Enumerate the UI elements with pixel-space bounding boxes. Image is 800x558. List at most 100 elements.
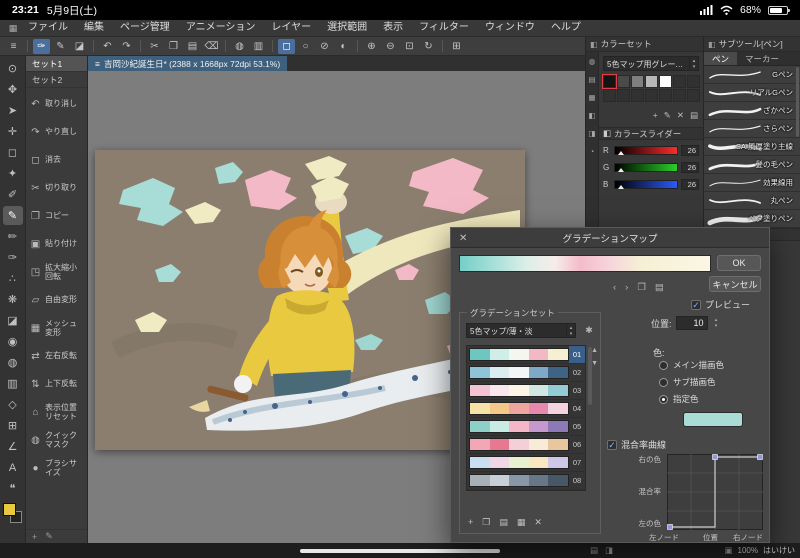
gradient-set-select[interactable]: 5色マップ/薄・淡 ▴ ▾ — [466, 323, 576, 338]
menu-item-3[interactable]: アニメーション — [178, 20, 264, 36]
checkbox-box[interactable]: ✓ — [607, 439, 617, 450]
move-tool[interactable]: ✥ — [3, 80, 23, 99]
canvas-tab-menu-icon[interactable]: ≡ — [95, 59, 100, 69]
checkbox-box[interactable]: ✓ — [691, 299, 701, 310]
color-set-preset-select[interactable]: 5色マップ用グレースケール ▴▾ — [603, 56, 699, 71]
subtool-tab-1[interactable]: マーカー — [737, 52, 787, 65]
delete-color-icon[interactable]: ✕ — [677, 110, 684, 121]
toolbar-paste-button[interactable]: ▤ — [184, 39, 201, 54]
color-set-icon[interactable]: ▦ — [588, 93, 595, 102]
color-swatch[interactable] — [602, 74, 617, 89]
quick-free-transform-button[interactable]: ▱ 自由変形 — [26, 286, 87, 314]
gradient-row[interactable]: 03 — [467, 382, 585, 400]
menu-item-8[interactable]: ウィンドウ — [477, 20, 543, 36]
empty-swatch[interactable] — [687, 75, 700, 88]
operation-tool[interactable]: ➤ — [3, 101, 23, 120]
text-tool[interactable]: A — [3, 458, 23, 477]
frame-border-tool[interactable]: ⊞ — [3, 416, 23, 435]
empty-swatch[interactable] — [603, 89, 616, 102]
decoration-tool[interactable]: ❋ — [3, 290, 23, 309]
toolbar-fill-button[interactable]: ◍ — [231, 39, 248, 54]
color-mode-option-2[interactable]: 指定色 — [659, 393, 724, 405]
menu-item-6[interactable]: 表示 — [375, 20, 411, 36]
toolbar-copy-button[interactable]: ❐ — [165, 39, 182, 54]
channel-value[interactable]: 26 — [681, 162, 699, 173]
brush-item[interactable]: リアルGペン — [704, 84, 800, 102]
quick-reset-view-button[interactable]: ⌂ 表示位置リセット — [26, 398, 87, 426]
pencil-tool[interactable]: ✏ — [3, 227, 23, 246]
menu-item-0[interactable]: ファイル — [20, 20, 76, 36]
color-swatch[interactable] — [659, 75, 672, 88]
quick-access-tab-0[interactable]: セット1 — [26, 56, 87, 72]
save-set-icon[interactable]: ▤ — [499, 517, 508, 528]
g-slider[interactable] — [614, 163, 678, 172]
gradient-row[interactable]: 08 — [467, 472, 585, 490]
ok-button[interactable]: OK — [717, 255, 761, 271]
menu-item-9[interactable]: ヘルプ — [543, 20, 589, 36]
toolbar-eraser-tool-button[interactable]: ◪ — [71, 39, 88, 54]
toolbar-rotate-view-button[interactable]: ↻ — [420, 39, 437, 54]
layer-move-tool[interactable]: ✛ — [3, 122, 23, 141]
brush-item[interactable]: ざかペン — [704, 102, 800, 120]
empty-swatch[interactable] — [659, 89, 672, 102]
scrollbar[interactable] — [796, 67, 799, 137]
menu-item-1[interactable]: 編集 — [76, 20, 112, 36]
stepper-buttons[interactable]: ▴ ▾ — [566, 324, 575, 337]
mix-curve-graph[interactable] — [667, 454, 763, 530]
home-indicator[interactable] — [300, 549, 500, 553]
brush-item[interactable]: 髪の毛ペン — [704, 156, 800, 174]
empty-swatch[interactable] — [631, 89, 644, 102]
drawing-color-chips[interactable] — [2, 503, 24, 529]
color-slider-panel-header[interactable]: ◧ カラースライダー — [599, 127, 703, 140]
quick-quick-mask-button[interactable]: ◍ クイックマスク — [26, 426, 87, 454]
eyedropper-tool[interactable]: ✐ — [3, 185, 23, 204]
subtool-tab-0[interactable]: ペン — [704, 52, 738, 65]
empty-swatch[interactable] — [673, 89, 686, 102]
gradient-row[interactable]: 04 — [467, 400, 585, 418]
quick-undo-button[interactable]: ↶ 取り消し — [26, 90, 87, 118]
color-mode-option-1[interactable]: サブ描画色 — [659, 376, 724, 388]
brush-item[interactable]: ベタ塗りペン — [704, 210, 800, 228]
color-swatch[interactable] — [645, 75, 658, 88]
prev-gradient-icon[interactable]: ‹ — [613, 282, 616, 293]
toolbar-select-invert-button[interactable]: ◐ — [335, 39, 352, 54]
brush-item[interactable]: SAI風厚塗り主線 — [704, 138, 800, 156]
brush-item[interactable]: さらペン — [704, 120, 800, 138]
quick-mesh-transform-button[interactable]: ▦ メッシュ変形 — [26, 314, 87, 342]
blend-tool[interactable]: ◉ — [3, 332, 23, 351]
dialog-close-button[interactable]: ✕ — [459, 228, 467, 248]
gradient-menu-icon[interactable]: ▤ — [655, 282, 664, 293]
duplicate-gradient-icon[interactable]: ❐ — [482, 517, 490, 528]
pen-tool[interactable]: ✎ — [2, 206, 23, 225]
set-menu-icon[interactable]: ▤ — [690, 110, 698, 121]
toolbar-cut-button[interactable]: ✂ — [146, 39, 163, 54]
color-wheel-icon[interactable]: ◍ — [589, 57, 596, 66]
main-color-chip[interactable] — [2, 503, 16, 516]
approximate-color-icon[interactable]: ◨ — [588, 129, 595, 138]
toolbar-fit-screen-button[interactable]: ⊡ — [401, 39, 418, 54]
canvas-tab[interactable]: ≡ 吉岡沙紀誕生日* (2388 x 1668px 72dpi 53.1%) — [88, 56, 288, 71]
color-slider-icon[interactable]: ▤ — [588, 75, 595, 84]
mix-curve-checkbox[interactable]: ✓ 混合率曲線 — [607, 438, 666, 451]
curve-node[interactable] — [757, 454, 763, 460]
stepper-buttons[interactable]: ▴ ▾ — [689, 57, 698, 70]
intermediate-color-icon[interactable]: ◧ — [588, 111, 595, 120]
dialog-title-bar[interactable]: ✕ グラデーションマップ — [451, 228, 769, 248]
toolbar-pen-tool-button[interactable]: ✎ — [52, 39, 69, 54]
quick-flip-horizontal-button[interactable]: ⇄ 左右反転 — [26, 342, 87, 370]
color-history-icon[interactable]: ◔ — [590, 147, 595, 156]
eraser-tool[interactable]: ◪ — [3, 311, 23, 330]
layer-mini-row[interactable]: ▣ 100% はいけい — [725, 543, 796, 558]
slider-marker[interactable] — [618, 185, 625, 189]
edit-color-icon[interactable]: ✎ — [664, 110, 671, 121]
quick-copy-button[interactable]: ❐ コピー — [26, 202, 87, 230]
empty-swatch[interactable] — [617, 89, 630, 102]
delete-gradient-icon[interactable]: ✕ — [534, 517, 542, 528]
add-item-icon[interactable]: + — [32, 532, 37, 542]
selection-tool[interactable]: ◻ — [3, 143, 23, 162]
empty-swatch[interactable] — [687, 89, 700, 102]
set-settings-icon[interactable]: ▦ — [517, 517, 526, 528]
gradient-set-settings-button[interactable]: ✱ — [582, 323, 596, 338]
brush-item[interactable]: 効果線用 — [704, 174, 800, 192]
channel-value[interactable]: 26 — [681, 179, 699, 190]
